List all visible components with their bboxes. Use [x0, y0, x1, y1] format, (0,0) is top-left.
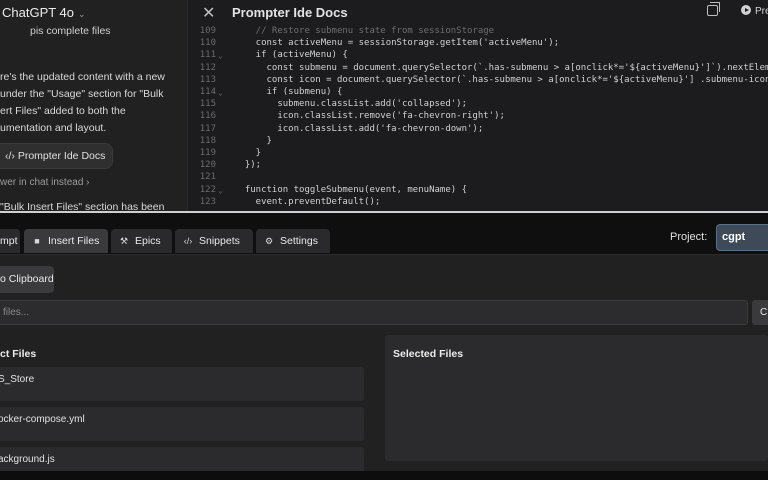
code-text: if (submenu) {: [234, 87, 343, 97]
code-text: const icon = document.querySelector(`.ha…: [234, 74, 768, 85]
selected-files-heading: Selected Files: [393, 348, 464, 360]
file-icon: ■: [34, 236, 40, 246]
line-number: 114: [199, 87, 216, 97]
close-icon[interactable]: ✕: [202, 3, 215, 23]
line-number: 123: [199, 196, 216, 207]
line-number: 122: [199, 184, 216, 195]
code-line[interactable]: 111 ⌄ if (activeMenu) {: [188, 50, 768, 61]
line-number: 119: [199, 148, 216, 158]
line-number: 113: [199, 74, 216, 85]
line-number: 110: [199, 38, 216, 49]
chat-message-line: umentation and layout.: [0, 122, 107, 134]
code-text: icon.classList.add('fa-chevron-down');: [234, 123, 484, 134]
tab-prompt[interactable]: mpt: [0, 229, 20, 253]
code-line[interactable]: 113 const icon = document.querySelector(…: [188, 75, 768, 86]
chat-pane: ChatGPT 4o ⌄ pis complete files re's the …: [0, 0, 187, 212]
code-line[interactable]: 112 const submenu = document.querySelect…: [188, 63, 768, 74]
code-text: icon.classList.remove('fa-chevron-right'…: [234, 111, 505, 122]
project-label: Project:: [670, 231, 708, 243]
bottom-strip: [0, 471, 768, 480]
code-line[interactable]: 116 icon.classList.remove('fa-chevron-ri…: [188, 111, 768, 122]
tab-label: Settings: [280, 235, 318, 247]
tab-snippets[interactable]: ‹/› Snippets: [175, 229, 253, 253]
tab-label: Snippets: [199, 235, 240, 247]
code-line[interactable]: 115 submenu.classList.add('collapsed');: [188, 99, 768, 110]
answer-in-chat-link[interactable]: wer in chat instead ›: [0, 177, 90, 188]
code-line[interactable]: 109 // Restore submenu state from sessio…: [188, 26, 768, 37]
code-line[interactable]: 122 ⌄ function toggleSubmenu(event, menuN…: [188, 185, 768, 196]
code-line[interactable]: 110 const activeMenu = sessionStorage.ge…: [188, 38, 768, 49]
line-number: 112: [199, 62, 216, 73]
fold-chevron-icon[interactable]: ⌄: [218, 185, 223, 196]
tab-label: Insert Files: [48, 235, 100, 247]
code-line[interactable]: 123 event.preventDefault();: [188, 197, 768, 208]
code-line[interactable]: 121: [188, 172, 768, 183]
project-files-panel: ct Files S_Store ocker-compose.yml ackgr…: [0, 335, 374, 471]
code-text: }: [234, 148, 262, 158]
chat-message-line: under the "Usage" section for "Bulk: [0, 88, 164, 100]
line-number: 121: [199, 172, 216, 183]
line-number: 118: [199, 135, 216, 146]
file-item[interactable]: ackground.js: [0, 447, 364, 471]
tab-label: Epics: [135, 235, 161, 247]
fold-chevron-icon[interactable]: ⌄: [218, 87, 223, 98]
file-item[interactable]: ocker-compose.yml: [0, 407, 364, 441]
chevron-down-icon: ⌄: [78, 9, 86, 19]
line-number: 116: [199, 111, 216, 122]
chat-model-title[interactable]: ChatGPT 4o ⌄: [2, 5, 86, 20]
project-select[interactable]: cgpt: [716, 224, 768, 251]
tab-settings[interactable]: ⚙ Settings: [256, 229, 330, 253]
line-number: 120: [199, 160, 216, 171]
copy-icon[interactable]: [707, 2, 720, 16]
selected-files-panel: Selected Files: [385, 335, 768, 461]
editor-title: Prompter Ide Docs: [232, 5, 348, 20]
code-line[interactable]: 118 }: [188, 136, 768, 147]
copy-to-clipboard-button[interactable]: o Clipboard: [0, 266, 54, 293]
clear-button[interactable]: C: [752, 300, 768, 325]
open-doc-button[interactable]: ‹/› Prompter Ide Docs: [0, 143, 113, 169]
preview-button[interactable]: Pre: [741, 5, 768, 17]
line-number: 109: [199, 26, 216, 36]
file-search-input[interactable]: [0, 300, 748, 325]
play-icon: [741, 5, 751, 15]
tools-icon: ⚒: [119, 236, 129, 246]
chat-partial-line: pis complete files: [30, 25, 111, 37]
code-icon: ‹/›: [183, 236, 193, 246]
code-editor-pane: ✕ Prompter Ide Docs Pre 109 // Restore s…: [187, 0, 768, 212]
code-text: if (activeMenu) {: [234, 50, 348, 61]
code-line[interactable]: 114 ⌄ if (submenu) {: [188, 87, 768, 98]
tab-insert-files[interactable]: ■ Insert Files: [24, 229, 108, 253]
code-text: submenu.classList.add('collapsed');: [234, 99, 467, 110]
code-line[interactable]: 117 icon.classList.add('fa-chevron-down'…: [188, 124, 768, 135]
fold-chevron-icon[interactable]: ⌄: [218, 50, 223, 61]
chat-message-line: re's the updated content with a new: [0, 71, 165, 83]
code-text: const activeMenu = sessionStorage.getIte…: [234, 38, 560, 49]
file-item[interactable]: S_Store: [0, 367, 364, 401]
code-text: function toggleSubmenu(event, menuName) …: [234, 184, 467, 195]
code-text: });: [234, 160, 262, 171]
line-number: 111: [199, 50, 216, 61]
line-number: 117: [199, 123, 216, 134]
code-text: event.preventDefault();: [234, 196, 381, 207]
chat-model-name: ChatGPT 4o: [2, 5, 75, 20]
line-number: 115: [199, 99, 216, 110]
project-files-heading: ct Files: [0, 348, 37, 360]
code-line[interactable]: 120 });: [188, 160, 768, 171]
code-text: // Restore submenu state from sessionSto…: [234, 26, 495, 36]
tab-label: mpt: [0, 235, 18, 247]
code-line[interactable]: 119 }: [188, 148, 768, 159]
tab-bar: mpt ■ Insert Files ⚒ Epics ‹/› Snippets ⚙ Se…: [0, 213, 768, 255]
prompter-app: mpt ■ Insert Files ⚒ Epics ‹/› Snippets ⚙ Se…: [0, 213, 768, 471]
gear-icon: ⚙: [264, 236, 274, 246]
code-text: }: [234, 135, 272, 146]
code-text: const submenu = document.querySelector(`…: [234, 62, 768, 73]
tab-epics[interactable]: ⚒ Epics: [111, 229, 172, 253]
chat-message-line: ert Files" added to both the: [0, 105, 126, 117]
editor-header: ✕ Prompter Ide Docs Pre: [188, 0, 768, 24]
preview-label: Pre: [755, 6, 768, 17]
